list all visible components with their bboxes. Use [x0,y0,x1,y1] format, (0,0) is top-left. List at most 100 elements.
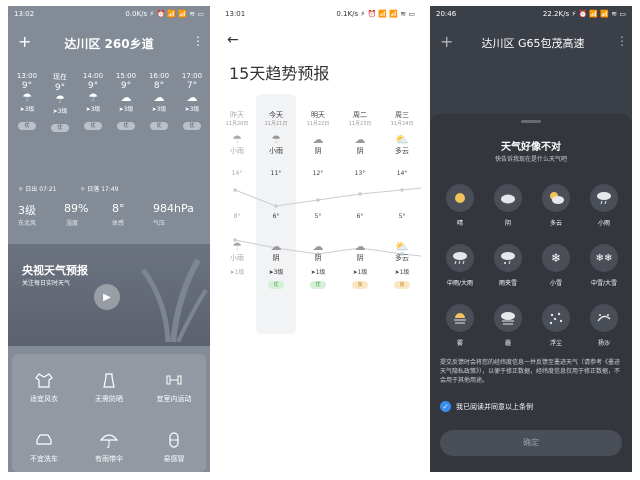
option-label: 霾 [504,340,511,347]
day-col-wednesday[interactable]: 周三 11月24日 ⛅ 多云 14° 5° ⛅ 多云 ➤1级 良 [384,110,420,289]
hour-col: 15:00 9° ☁ ➤3级 优 [111,72,141,130]
option-fog[interactable]: 雾 [440,304,480,347]
hour-temp: 8° [153,81,165,91]
pressure-label: 气压 [153,220,166,227]
day-high: 13° [354,170,366,177]
life-item[interactable]: 无需防晒 [79,372,139,404]
hourly-forecast[interactable]: 13:00 9° ☂ ➤3级 优 现在 9° ☂ ➤3级 优 14:00 9° … [8,72,210,162]
life-item[interactable]: 有雨带伞 [79,432,139,464]
add-city-icon[interactable]: + [18,32,31,51]
hour-col: 16:00 8° ☁ ➤3级 优 [144,72,174,130]
cloud-icon: ☁ [270,240,282,253]
day-wind: ➤1级 [384,267,420,276]
video-subtitle: 关注每日实时天气 [22,280,71,287]
life-label: 有雨带伞 [95,455,123,463]
wind-dir-label: 东北风 [18,220,37,227]
option-cloudy[interactable]: 多云 [536,184,576,227]
day-cond-bottom: 小雨 [230,254,244,262]
snowflake-icon: ❄ [542,244,570,272]
aqi-badge: 良 [394,281,410,289]
check-icon[interactable]: ✓ [440,401,451,412]
day-low: 5° [314,213,322,220]
page-title: 15天趋势预报 [229,64,330,83]
option-label: 阴 [504,220,511,227]
option-sleet[interactable]: 雨夹雪 [488,244,528,287]
option-label: 中雪/大雪 [590,280,618,287]
agree-checkbox-row[interactable]: ✓ 我已阅读并同意以上条例 [440,401,533,412]
status-icons: 22.2K/s ⚡ ⏰ 📶 📶 ≋ ▭ [542,10,626,18]
day-col-today[interactable]: 今天 11月21日 ☂ 小雨 11° 6° ☁ 阴 ➤3级 优 [258,110,294,289]
day-name: 周三 [395,111,409,119]
hour-time: 现在 [53,73,67,81]
more-icon[interactable]: ⋮ [192,34,204,48]
day-cond-bottom: 多云 [395,254,409,262]
video-title: 央视天气预报 [22,264,88,277]
aqi-pill: 优 [18,122,36,130]
haze-icon [494,304,522,332]
hour-wind-text: 3级 [90,106,101,113]
sand-icon [590,304,618,332]
option-light-snow[interactable]: ❄ 小雪 [536,244,576,287]
day-wind: ➤1级 [219,267,255,276]
hour-wind: ➤3级 [78,104,108,113]
option-sunny[interactable]: 晴 [440,184,480,227]
light-rain-icon: ☂ [88,91,98,104]
day-wind: ➤1级 [300,267,336,276]
heavy-rain-icon [446,244,474,272]
status-icons: 0.0K/s ⚡ ⏰ 📶 📶 ≋ ▭ [125,10,204,18]
add-city-icon[interactable]: + [440,32,453,51]
life-item[interactable]: 适宜风衣 [14,372,74,404]
life-label: 适宜风衣 [30,395,58,403]
sheet-handle[interactable] [521,120,541,123]
cloud-icon: ☁ [312,240,324,253]
day-high: 14° [396,170,408,177]
option-heavy-rain[interactable]: 中雨/大雨 [440,244,480,287]
day-col-tuesday[interactable]: 周二 11月23日 ☁ 阴 13° 6° ☁ 阴 ➤1级 良 [342,110,378,289]
fog-icon [446,304,474,332]
life-index-card: 适宜风衣 无需防晒 宜室内运动 不宜洗车 有雨带伞 易感冒 [12,354,206,472]
hour-temp: 9° [21,81,33,91]
life-item[interactable]: 易感冒 [144,432,204,464]
option-sand[interactable]: 扬沙 [584,304,624,347]
life-item[interactable]: 不宜洗车 [14,432,74,464]
day-col-yesterday[interactable]: 昨天 11月20日 ☂ 小雨 14° 8° ☂ 小雨 ➤1级 [219,110,255,276]
light-rain-icon: ☂ [55,93,65,106]
status-time: 13:01 [225,10,246,18]
light-rain-icon [590,184,618,212]
hour-wind-text: 3级 [189,106,200,113]
aqi-pill: 优 [117,122,135,130]
hour-wind: ➤3级 [144,104,174,113]
day-col-tomorrow[interactable]: 明天 11月22日 ☁ 阴 12° 5° ☁ 阴 ➤1级 优 [300,110,336,289]
dumbbell-icon [166,375,182,385]
agree-label: 我已阅读并同意以上条例 [456,402,533,411]
back-arrow-icon[interactable]: ← [227,32,239,48]
hour-wind: ➤3级 [111,104,141,113]
option-heavy-snow[interactable]: ❄❄ 中雪/大雪 [584,244,624,287]
more-icon[interactable]: ⋮ [616,34,628,48]
option-light-rain[interactable]: 小雨 [584,184,624,227]
option-overcast[interactable]: 阴 [488,184,528,227]
light-rain-icon: ☂ [232,133,242,146]
day-date: 11月23日 [348,121,372,127]
sunrise-time: ☼ 日出 07:21 [18,184,57,193]
life-item[interactable]: 宜室内运动 [144,372,204,404]
play-icon[interactable]: ▶ [94,284,120,310]
partly-cloudy-icon: ⛅ [395,240,409,253]
dust-icon [542,304,570,332]
status-bar: 13:02 0.0K/s ⚡ ⏰ 📶 📶 ≋ ▭ [8,6,210,22]
option-haze[interactable]: 霾 [488,304,528,347]
video-card[interactable]: 央视天气预报 关注每日实时天气 ▶ [8,244,210,346]
cloud-icon: ☁ [312,133,324,146]
light-rain-icon: ☂ [271,133,281,146]
hour-wind-text: 3级 [24,106,35,113]
feels-like-value: 8° [112,202,125,215]
day-date: 11月20日 [225,121,249,127]
cloud-icon: ☁ [354,133,366,146]
sleet-icon [494,244,522,272]
feels-like-label: 体感 [112,220,125,227]
confirm-button[interactable]: 确定 [440,430,622,456]
light-rain-icon: ☂ [232,240,242,253]
hour-wind: ➤3级 [177,104,207,113]
day-wind-text: 1级 [315,269,326,276]
option-dust[interactable]: 浮尘 [536,304,576,347]
